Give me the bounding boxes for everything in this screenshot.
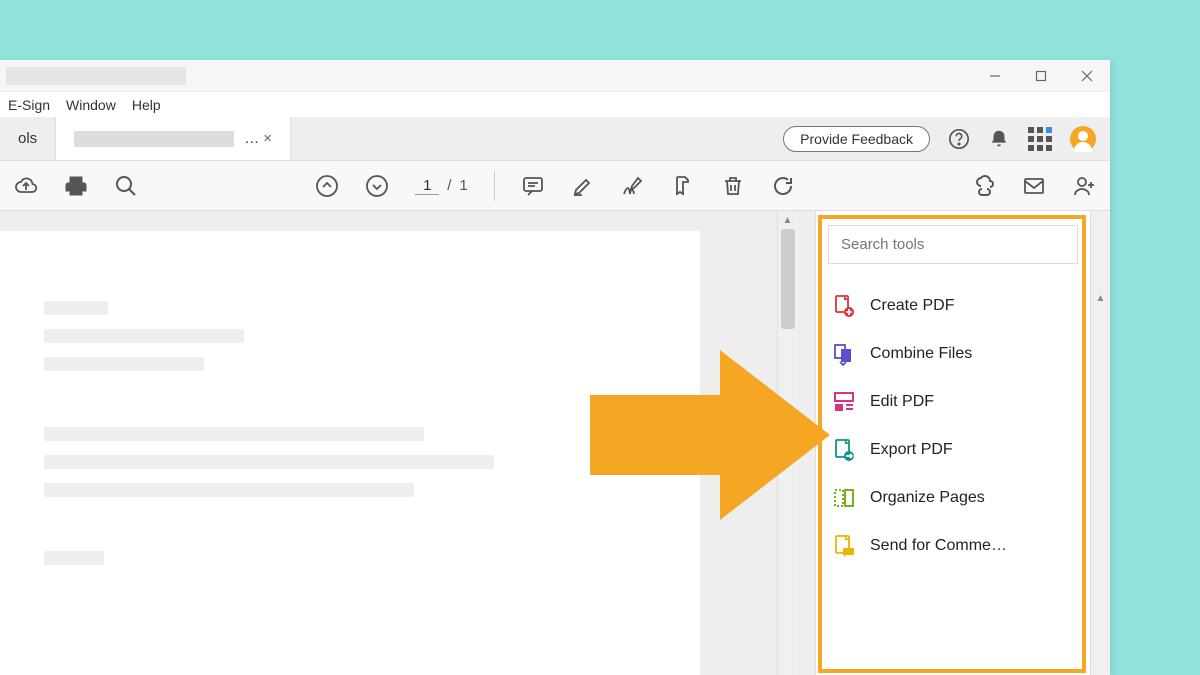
combine-files-icon: [832, 342, 856, 366]
scroll-up-icon[interactable]: ▲: [778, 211, 797, 229]
document-page: [0, 231, 700, 675]
tool-label: Combine Files: [870, 345, 972, 363]
tool-label: Organize Pages: [870, 489, 985, 507]
menu-bar: E-Sign Window Help: [0, 92, 1110, 117]
zoom-icon[interactable]: [114, 174, 138, 198]
tool-create-pdf[interactable]: Create PDF: [828, 286, 1078, 326]
close-button[interactable]: [1064, 60, 1110, 92]
trash-icon[interactable]: [721, 174, 745, 198]
bell-icon[interactable]: [988, 128, 1010, 150]
tool-edit-pdf[interactable]: Edit PDF: [828, 382, 1078, 422]
content-area: ▲ ▶ Create PDF Combine Files: [0, 211, 1110, 675]
help-icon[interactable]: [948, 128, 970, 150]
organize-pages-icon: [832, 486, 856, 510]
window-controls: [972, 60, 1110, 92]
tool-label: Create PDF: [870, 297, 954, 315]
page-down-icon[interactable]: [365, 174, 389, 198]
tool-organize-pages[interactable]: Organize Pages: [828, 478, 1078, 518]
doc-scrollbar[interactable]: ▲: [777, 211, 797, 675]
cloud-upload-icon[interactable]: [14, 174, 38, 198]
tool-list: Create PDF Combine Files Edit PDF: [828, 286, 1078, 566]
page-indicator: / 1: [415, 177, 468, 195]
sign-icon[interactable]: [621, 174, 645, 198]
tab-close-icon[interactable]: ×: [263, 130, 272, 147]
export-pdf-icon: [832, 438, 856, 462]
minimize-button[interactable]: [972, 60, 1018, 92]
tool-send-comments[interactable]: Send for Comme…: [828, 526, 1078, 566]
edit-pdf-icon: [832, 390, 856, 414]
tool-combine-files[interactable]: Combine Files: [828, 334, 1078, 374]
tabs-bar: ols … × Provide Feedback: [0, 117, 1110, 161]
tools-panel: Create PDF Combine Files Edit PDF: [815, 211, 1090, 675]
page-total: 1: [459, 177, 467, 194]
text-placeholder: [44, 427, 424, 441]
tool-label: Send for Comme…: [870, 537, 1007, 555]
link-cloud-icon[interactable]: [972, 174, 996, 198]
toolbar: / 1: [0, 161, 1110, 211]
title-placeholder: [6, 67, 186, 85]
mail-icon[interactable]: [1022, 174, 1046, 198]
scroll-up-icon[interactable]: ▲: [1091, 289, 1110, 307]
print-icon[interactable]: [64, 174, 88, 198]
text-placeholder: [44, 483, 414, 497]
highlight-icon[interactable]: [571, 174, 595, 198]
panel-collapse-handle[interactable]: ▶: [797, 211, 815, 675]
tool-export-pdf[interactable]: Export PDF: [828, 430, 1078, 470]
app-window: E-Sign Window Help ols … × Provide Feedb…: [0, 60, 1110, 675]
panel-scrollbar[interactable]: ▲: [1090, 211, 1110, 675]
tool-label: Edit PDF: [870, 393, 934, 411]
tab-document[interactable]: … ×: [56, 117, 291, 160]
comment-icon[interactable]: [521, 174, 545, 198]
tab-doc-suffix: …: [244, 130, 259, 147]
text-placeholder: [44, 551, 104, 565]
maximize-button[interactable]: [1018, 60, 1064, 92]
tab-tools[interactable]: ols: [0, 117, 56, 160]
menu-esign[interactable]: E-Sign: [8, 97, 50, 113]
page-number-input[interactable]: [415, 177, 439, 195]
menu-help[interactable]: Help: [132, 97, 161, 113]
search-tools-input[interactable]: [828, 225, 1078, 264]
text-placeholder: [44, 329, 244, 343]
rotate-icon[interactable]: [771, 174, 795, 198]
scroll-thumb[interactable]: [781, 229, 795, 329]
send-comments-icon: [832, 534, 856, 558]
document-viewport[interactable]: [0, 211, 777, 675]
apps-icon[interactable]: [1028, 127, 1052, 151]
tab-doc-title-placeholder: [74, 131, 234, 147]
tab-tools-label: ols: [18, 130, 37, 147]
stamp-icon[interactable]: [671, 174, 695, 198]
text-placeholder: [44, 301, 108, 315]
text-placeholder: [44, 455, 494, 469]
tool-label: Export PDF: [870, 441, 953, 459]
feedback-label: Provide Feedback: [800, 131, 913, 147]
menu-window[interactable]: Window: [66, 97, 116, 113]
avatar[interactable]: [1070, 126, 1096, 152]
page-separator: /: [447, 177, 451, 194]
text-placeholder: [44, 357, 204, 371]
title-bar: [0, 60, 1110, 92]
provide-feedback-button[interactable]: Provide Feedback: [783, 126, 930, 152]
create-pdf-icon: [832, 294, 856, 318]
page-up-icon[interactable]: [315, 174, 339, 198]
toolbar-divider: [494, 171, 495, 201]
add-user-icon[interactable]: [1072, 174, 1096, 198]
